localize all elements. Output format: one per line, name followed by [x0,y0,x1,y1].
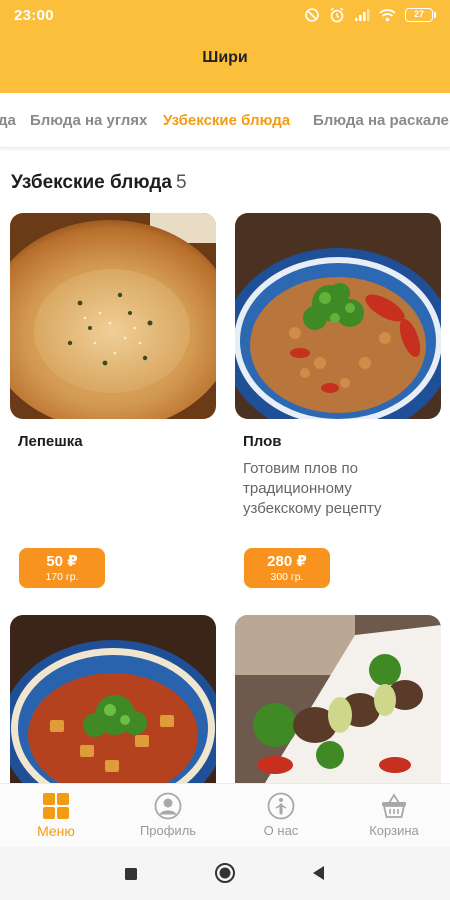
product-image-plov[interactable] [235,213,441,419]
price-value: 50 ₽ [46,553,78,570]
nav-label: О нас [263,823,299,838]
product-image-stew[interactable] [10,615,216,783]
status-bar: 23:00 27 [0,0,450,30]
grid-icon [43,793,69,819]
battery-icon: 27 [405,8,436,22]
nav-label: Корзина [369,823,419,838]
section-title-text: Узбекские блюда [11,172,172,193]
nav-about[interactable]: О нас [225,784,337,848]
info-icon [267,792,295,820]
recent-apps-icon[interactable] [124,867,138,881]
app-header: 23:00 27 Шири [0,0,450,93]
status-time: 23:00 [14,6,54,24]
section-count: 5 [175,172,187,193]
do-not-disturb-icon [305,8,319,22]
nav-profile[interactable]: Профиль [112,784,224,848]
page-title: Шири [202,49,248,66]
tab-uzbek-dishes[interactable]: Узбекские блюда [163,112,290,129]
product-description: Готовим плов по традиционному узбекскому… [243,460,382,517]
price-button[interactable]: 280 ₽ 300 гр. [244,548,330,588]
system-navigation-bar [0,847,450,900]
product-image-lepeshka[interactable] [10,213,216,419]
tab-stone-dishes[interactable]: Блюда на раскале [313,112,449,129]
nav-label: Меню [37,823,75,839]
tab-prev-category[interactable]: да [0,112,16,129]
status-icons: 27 [304,7,436,23]
nav-menu[interactable]: Меню [0,784,112,848]
tab-grill-dishes[interactable]: Блюда на углях [30,112,147,129]
product-name: Лепешка [18,433,83,450]
bottom-navigation: Меню Профиль О нас Корзина [0,783,450,847]
product-name: Плов [243,433,282,450]
product-weight: 170 гр. [45,571,79,583]
section-title: Узбекские блюда 5 [11,172,187,194]
wifi-icon [379,9,396,22]
nav-cart[interactable]: Корзина [338,784,450,848]
category-tabs[interactable]: да Блюда на углях Узбекские блюда Блюда … [0,93,450,148]
price-button[interactable]: 50 ₽ 170 гр. [19,548,105,588]
profile-icon [154,792,182,820]
alarm-icon [330,7,344,23]
price-value: 280 ₽ [267,553,307,570]
product-image-kebab[interactable] [235,615,441,783]
battery-level: 27 [405,8,433,22]
product-weight: 300 гр. [270,571,304,583]
nav-label: Профиль [139,823,197,838]
back-icon[interactable] [311,865,325,881]
signal-icon [355,9,370,21]
basket-icon [382,793,406,818]
home-icon[interactable] [214,862,236,884]
